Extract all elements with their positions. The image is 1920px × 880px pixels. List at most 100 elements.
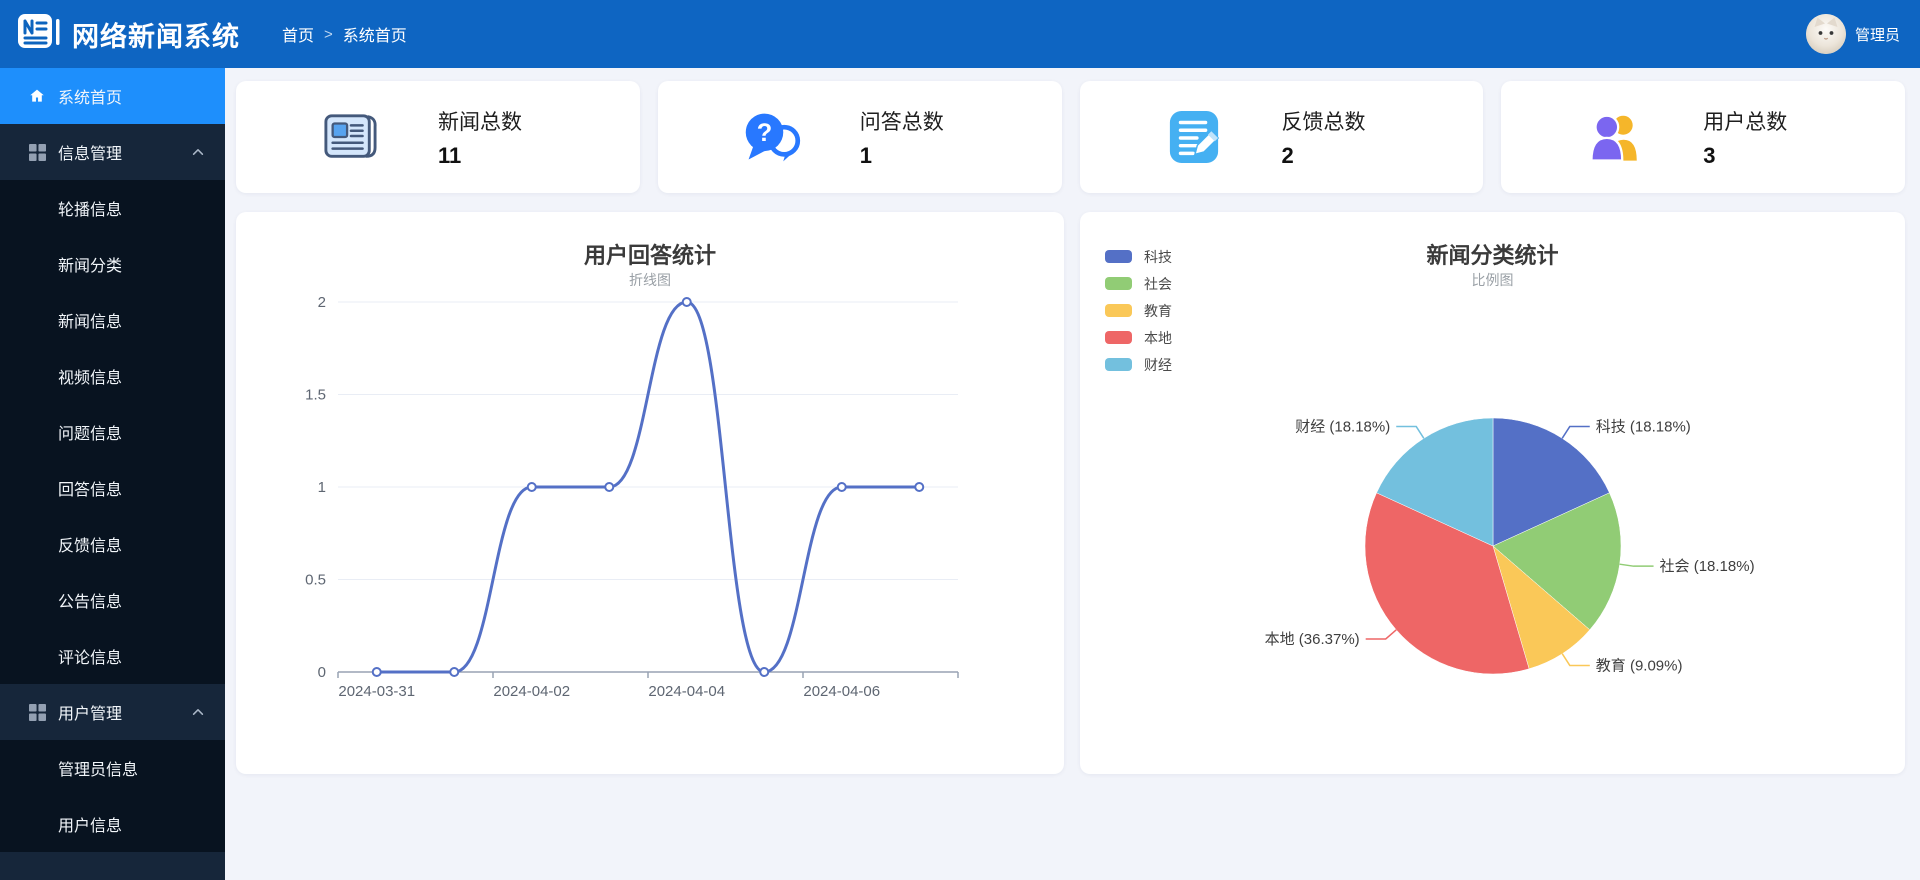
sidebar-item-label: 公告信息 <box>58 594 123 611</box>
sidebar-item-label: 评论信息 <box>58 650 123 667</box>
legend-label: 社会 <box>1144 275 1172 292</box>
legend-item-1[interactable]: 社会 <box>1105 270 1172 297</box>
stat-value: 1 <box>859 142 872 168</box>
chevron-up-icon <box>191 145 205 164</box>
sidebar-item-label: 视频信息 <box>58 370 123 387</box>
sidebar-item-news-info[interactable]: 新闻信息 <box>0 292 225 348</box>
svg-text:1.5: 1.5 <box>305 387 326 404</box>
sidebar-item-label: 用户管理 <box>58 706 123 723</box>
news-logo-icon <box>16 12 62 57</box>
sidebar-item-label: 用户信息 <box>58 818 123 835</box>
legend-item-4[interactable]: 财经 <box>1105 351 1172 378</box>
sidebar-item-answer-info[interactable]: 回答信息 <box>0 460 225 516</box>
sidebar-item-label: 轮播信息 <box>58 202 123 219</box>
newspaper-icon <box>320 108 380 166</box>
stats-row: 新闻总数 11 ? 问答总数 1 反馈总数 2 用户总数 3 <box>236 81 1905 193</box>
legend-label: 本地 <box>1144 329 1172 346</box>
users-icon <box>1585 108 1645 166</box>
svg-text:?: ? <box>757 119 772 147</box>
sidebar-item-user-management[interactable]: 用户管理 <box>0 684 225 740</box>
app-header: 网络新闻系统 首页 > 系统首页 管理员 <box>0 0 1920 68</box>
stat-label: 用户总数 <box>1703 110 1788 134</box>
svg-text:教育 (9.09%): 教育 (9.09%) <box>1596 657 1683 674</box>
user-avatar[interactable] <box>1805 14 1846 54</box>
sidebar-item-admin-info[interactable]: 管理员信息 <box>0 740 225 796</box>
svg-text:2024-03-31: 2024-03-31 <box>338 683 415 700</box>
legend-item-2[interactable]: 教育 <box>1105 297 1172 324</box>
sidebar-item-notice-info[interactable]: 公告信息 <box>0 572 225 628</box>
grid-icon <box>28 143 46 161</box>
pie-legend: 科技社会教育本地财经 <box>1105 243 1172 378</box>
stat-label: 新闻总数 <box>438 110 522 134</box>
feedback-icon <box>1164 108 1224 166</box>
legend-swatch <box>1105 304 1132 317</box>
chevron-up-icon <box>191 705 205 724</box>
breadcrumb-separator: > <box>324 25 333 43</box>
sidebar-item-feedback-info[interactable]: 反馈信息 <box>0 516 225 572</box>
main-content: 新闻总数 11 ? 问答总数 1 反馈总数 2 用户总数 3 0 0.5 1 1.5 2 2024-03-… <box>225 68 1920 880</box>
stat-card-qa-total: ? 问答总数 1 <box>657 81 1062 193</box>
svg-text:1: 1 <box>318 479 326 496</box>
pie-chart: 科技 (18.18%) 社会 (18.18%) 教育 (9.09%) 本地 (36.3… <box>1265 417 1755 674</box>
stat-card-user-total: 用户总数 3 <box>1501 81 1905 193</box>
line-chart: 0 0.5 1 1.5 2 2024-03-31 2024-04-02 2024-04-04 2… <box>305 294 959 700</box>
legend-item-0[interactable]: 科技 <box>1105 243 1172 270</box>
legend-swatch <box>1105 358 1132 371</box>
pie-chart-title: 新闻分类统计 <box>1426 243 1559 268</box>
sidebar-item-video-info[interactable]: 视频信息 <box>0 348 225 404</box>
app-logo: 网络新闻系统 <box>16 12 240 57</box>
svg-text:2: 2 <box>318 294 326 311</box>
stat-card-news-total: 新闻总数 11 <box>236 81 640 193</box>
legend-swatch <box>1105 250 1132 263</box>
app-title: 网络新闻系统 <box>72 21 240 52</box>
sidebar-item-home[interactable]: 系统首页 <box>0 68 225 124</box>
line-chart-subtitle: 折线图 <box>629 272 671 288</box>
grid-icon <box>28 703 46 721</box>
home-icon <box>28 87 46 105</box>
stat-value: 2 <box>1281 142 1294 168</box>
user-menu[interactable]: 管理员 <box>1805 14 1900 54</box>
breadcrumb-current[interactable]: 系统首页 <box>343 22 407 46</box>
legend-label: 财经 <box>1144 356 1172 373</box>
pie-chart-card: 科技 (18.18%) 社会 (18.18%) 教育 (9.09%) 本地 (36.3… <box>1080 212 1905 774</box>
sidebar-item-user-info[interactable]: 用户信息 <box>0 796 225 852</box>
svg-text:社会 (18.18%): 社会 (18.18%) <box>1660 558 1755 575</box>
sidebar-item-label: 新闻信息 <box>58 314 123 331</box>
sidebar-item-question-info[interactable]: 问题信息 <box>0 404 225 460</box>
stat-label: 反馈总数 <box>1281 110 1366 134</box>
sidebar-item-carousel-info[interactable]: 轮播信息 <box>0 180 225 236</box>
svg-text:2024-04-06: 2024-04-06 <box>803 683 880 700</box>
legend-swatch <box>1105 331 1132 344</box>
svg-text:科技 (18.18%): 科技 (18.18%) <box>1596 419 1691 436</box>
svg-text:2024-04-04: 2024-04-04 <box>648 683 725 700</box>
sidebar-item-info-management[interactable]: 信息管理 <box>0 124 225 180</box>
sidebar-item-label: 系统首页 <box>58 90 123 107</box>
user-name: 管理员 <box>1854 26 1900 44</box>
sidebar-item-news-category[interactable]: 新闻分类 <box>0 236 225 292</box>
breadcrumb-home[interactable]: 首页 <box>282 22 314 46</box>
sidebar-item-label: 管理员信息 <box>58 762 139 779</box>
qa-icon: ? <box>742 108 802 166</box>
svg-text:本地 (36.37%): 本地 (36.37%) <box>1265 631 1360 648</box>
sidebar: 系统首页信息管理轮播信息新闻分类新闻信息视频信息问题信息回答信息反馈信息公告信息… <box>0 68 225 880</box>
legend-label: 科技 <box>1144 248 1172 265</box>
legend-item-3[interactable]: 本地 <box>1105 324 1172 351</box>
sidebar-item-partial[interactable] <box>0 852 225 880</box>
stat-card-feedback-total: 反馈总数 2 <box>1079 81 1484 193</box>
sidebar-item-label: 信息管理 <box>58 146 123 163</box>
stat-value: 11 <box>438 142 462 168</box>
pie-chart-subtitle: 比例图 <box>1471 272 1514 288</box>
sidebar-item-comment-info[interactable]: 评论信息 <box>0 628 225 684</box>
sidebar-item-label: 回答信息 <box>58 482 123 499</box>
svg-text:0.5: 0.5 <box>305 572 326 589</box>
line-chart-card: 0 0.5 1 1.5 2 2024-03-31 2024-04-02 2024-04-04 2… <box>236 212 1064 774</box>
legend-label: 教育 <box>1144 302 1172 319</box>
sidebar-item-label: 反馈信息 <box>58 538 123 555</box>
svg-text:2024-04-02: 2024-04-02 <box>493 683 570 700</box>
svg-text:财经 (18.18%): 财经 (18.18%) <box>1295 419 1390 436</box>
svg-text:0: 0 <box>318 664 326 681</box>
charts-row: 0 0.5 1 1.5 2 2024-03-31 2024-04-02 2024-04-04 2… <box>236 212 1905 774</box>
breadcrumb: 首页 > 系统首页 <box>282 22 407 46</box>
line-chart-title: 用户回答统计 <box>583 243 716 268</box>
sidebar-item-label: 新闻分类 <box>58 258 123 275</box>
